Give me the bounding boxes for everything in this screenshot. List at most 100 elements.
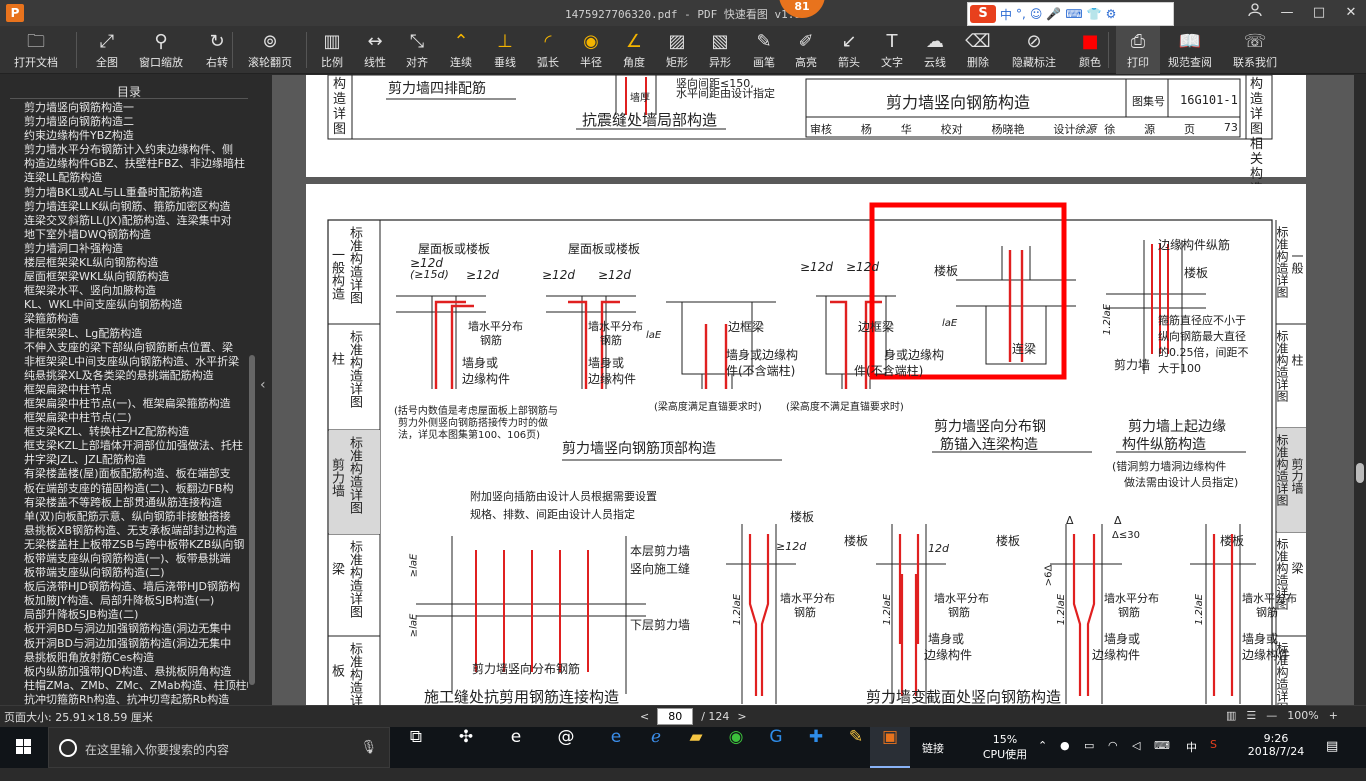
tray-link[interactable]: 链接 xyxy=(922,740,944,781)
toc-item[interactable]: 屋面框架梁WKL纵向钢筋构造 xyxy=(24,270,248,284)
toc-scrollbar[interactable] xyxy=(249,355,255,685)
toc-item[interactable]: 剪力墙连梁LLK纵向钢筋、箍筋加密区构造 xyxy=(24,200,248,214)
toc-item[interactable]: 框架扁梁中柱节点(一)、框架扁梁箍筋构造 xyxy=(24,397,248,411)
toc-item[interactable]: 井字梁JZL、JZL配筋构造 xyxy=(24,453,248,467)
toc-item[interactable]: 板带端支座纵向钢筋构造(一)、板带悬挑端 xyxy=(24,552,248,566)
ime-skin-icon[interactable]: 👕 xyxy=(1087,7,1102,21)
toc-item[interactable]: 剪力墙竖向钢筋构造一 xyxy=(24,101,248,115)
ime-settings-icon[interactable]: ⚙ xyxy=(1106,7,1117,21)
pdf-viewer-task-icon[interactable]: ▣ xyxy=(870,727,910,768)
toolbar-angle-button[interactable]: ∠ 角度 xyxy=(614,26,654,74)
toolbar-spec-button[interactable]: 📖 规范查阅 xyxy=(1162,26,1218,74)
ime-keyboard-icon[interactable]: ⌨ xyxy=(1065,7,1082,21)
sogou-tray-icon[interactable]: S xyxy=(1210,738,1217,779)
toc-item[interactable]: 悬挑板阳角放射筋Ces构造 xyxy=(24,651,248,665)
minimize-button[interactable]: — xyxy=(1272,3,1302,23)
toc-item[interactable]: 框架梁水平、竖向加腋构造 xyxy=(24,284,248,298)
toolbar-rotate-button[interactable]: ↻ 右转 xyxy=(200,26,234,74)
sidebar-collapse-button[interactable]: ‹ xyxy=(258,75,272,705)
left-section-tab[interactable]: 板标准构造详图 xyxy=(329,642,378,705)
ie-browser-icon[interactable]: e xyxy=(496,727,536,768)
toolbar-rect-button[interactable]: ▨ 矩形 xyxy=(658,26,696,74)
toolbar-text-button[interactable]: T 文字 xyxy=(874,26,910,74)
toc-item[interactable]: 连梁交叉斜筋LL(JX)配筋构造、连梁集中对 xyxy=(24,214,248,228)
prev-page-button[interactable]: < xyxy=(640,710,649,723)
toolbar-open-button[interactable]: 🗀 打开文档 xyxy=(4,26,68,74)
notification-badge[interactable]: 81 xyxy=(779,0,825,18)
wifi-icon[interactable]: ◠ xyxy=(1108,739,1118,780)
toc-item[interactable]: 框支梁KZL上部墙体开洞部位加强做法、托柱 xyxy=(24,439,248,453)
fan-app-icon[interactable]: ✣ xyxy=(446,727,486,768)
toolbar-erase-button[interactable]: ⌫ 删除 xyxy=(958,26,998,74)
toc-item[interactable]: 构造边缘构件GBZ、扶壁柱FBZ、非边缘暗柱 xyxy=(24,157,248,171)
toc-item[interactable]: 剪力墙水平分布钢筋计入约束边缘构件、侧 xyxy=(24,143,248,157)
action-center-icon[interactable]: ▤ xyxy=(1326,739,1338,780)
toc-item[interactable]: 有梁楼盖不等跨板上部贯通纵筋连接构造 xyxy=(24,496,248,510)
zoom-level[interactable]: 100% xyxy=(1287,709,1318,722)
toc-item[interactable]: 单(双)向板配筋示意、纵向钢筋非接触搭接 xyxy=(24,510,248,524)
volume-icon[interactable]: ◁ xyxy=(1132,739,1140,780)
clock[interactable]: 9:26 2018/7/24 xyxy=(1240,732,1312,773)
toc-item[interactable]: 板开洞BD与洞边加强钢筋构造(洞边无集中 xyxy=(24,622,248,636)
toc-item[interactable]: 非框架梁L、Lg配筋构造 xyxy=(24,327,248,341)
ime-chinese-mode[interactable]: 中 xyxy=(1000,6,1012,23)
toc-item[interactable]: 梁箍筋构造 xyxy=(24,312,248,326)
toc-item[interactable]: 抗冲切箍筋Rh构造、抗冲切弯起筋Rb构造 xyxy=(24,693,248,705)
right-section-tab[interactable]: 标准构造详图 剪力墙 xyxy=(1275,434,1306,530)
toc-item[interactable]: 有梁楼盖楼(屋)面板配筋构造、板在端部支 xyxy=(24,467,248,481)
task-view-icon[interactable]: ⧉ xyxy=(396,727,436,768)
toc-item[interactable]: 悬挑板XB钢筋构造、无支承板端部封边构造 xyxy=(24,524,248,538)
toc-item[interactable]: 局部升降板SJB构造(二) xyxy=(24,608,248,622)
toolbar-window-zoom-button[interactable]: ⚲ 窗口缩放 xyxy=(134,26,188,74)
internet-explorer-icon[interactable]: ℯ xyxy=(636,727,676,768)
ime-toolbar[interactable]: S 中 °, ☺ 🎤 ⌨ 👕 ⚙ xyxy=(967,2,1174,26)
toolbar-cloud-button[interactable]: ☁ 云线 xyxy=(916,26,954,74)
left-section-tab[interactable]: 一般构造 标准构造详图 xyxy=(329,226,378,322)
document-scrollbar[interactable] xyxy=(1354,75,1366,705)
taskbar-search[interactable]: 在这里输入你要搜索的内容 🎙 xyxy=(48,727,390,768)
right-section-tab[interactable]: 标准构造详图 一般 xyxy=(1275,226,1306,322)
toolbar-pen-button[interactable]: ✎ 画笔 xyxy=(746,26,782,74)
zoom-out-button[interactable]: — xyxy=(1266,709,1277,722)
toc-item[interactable]: 剪力墙洞口补强构造 xyxy=(24,242,248,256)
toolbar-print-button[interactable]: ⎙ 打印 xyxy=(1116,26,1160,74)
next-page-button[interactable]: > xyxy=(737,710,746,723)
toc-item[interactable]: 框架扁梁中柱节点 xyxy=(24,383,248,397)
toolbar-arc-button[interactable]: ◜ 弧长 xyxy=(530,26,566,74)
toc-item[interactable]: 剪力墙竖向钢筋构造二 xyxy=(24,115,248,129)
toolbar-arrow-button[interactable]: ↙ 箭头 xyxy=(830,26,868,74)
right-section-tab[interactable]: 标准构造详图柱 xyxy=(1275,330,1306,426)
start-button[interactable] xyxy=(0,727,48,768)
toc-item[interactable]: 连梁LL配筋构造 xyxy=(24,171,248,185)
close-button[interactable]: ✕ xyxy=(1336,3,1366,23)
single-page-view-icon[interactable]: ▥ xyxy=(1226,709,1236,722)
ime-voice-icon[interactable]: 🎤 xyxy=(1046,7,1061,21)
toolbar-special-button[interactable]: ▧ 异形 xyxy=(702,26,738,74)
toolbar-aligned-button[interactable]: ⤡ 对齐 xyxy=(400,26,434,74)
toc-item[interactable]: 纯悬挑梁XL及各类梁的悬挑端配筋构造 xyxy=(24,369,248,383)
toc-item[interactable]: 板在端部支座的锚固构造(二)、板翻边FB构 xyxy=(24,482,248,496)
spiral-app-icon[interactable]: @ xyxy=(546,727,586,768)
toolbar-linear-button[interactable]: ↔ 线性 xyxy=(358,26,392,74)
document-viewport[interactable]: 构造详图 剪力墙四排配筋 竖向间距≤150, 水平间距由设计指定 墙厚 抗震缝处… xyxy=(272,75,1354,705)
zoom-in-button[interactable]: + xyxy=(1329,709,1338,722)
tray-network-icon[interactable]: ▭ xyxy=(1084,739,1094,780)
toolbar-scale-button[interactable]: ▥ 比例 xyxy=(314,26,350,74)
scrollbar-thumb[interactable] xyxy=(1356,463,1364,483)
toolbar-contact-button[interactable]: ☏ 联系我们 xyxy=(1226,26,1284,74)
toc-item[interactable]: 板加腋JY构造、局部升降板SJB构造(一) xyxy=(24,594,248,608)
left-section-tab[interactable]: 梁标准构造详图 xyxy=(329,540,378,636)
toolbar-color-button[interactable]: ■ 颜色 xyxy=(1068,26,1112,74)
toc-item[interactable]: 楼层框架梁KL纵向钢筋构造 xyxy=(24,256,248,270)
ime-punctuation-icon[interactable]: °, xyxy=(1016,7,1026,21)
toc-item[interactable]: 无梁楼盖柱上板带ZSB与跨中板带KZB纵向钢 xyxy=(24,538,248,552)
tray-chevron-icon[interactable]: ⌃ xyxy=(1038,739,1047,780)
toc-item[interactable]: KL、WKL中间支座纵向钢筋构造 xyxy=(24,298,248,312)
left-section-tab[interactable]: 剪力墙 标准构造详图 xyxy=(329,436,378,532)
toc-item[interactable]: 不伸入支座的梁下部纵向钢筋断点位置、梁 xyxy=(24,341,248,355)
sogou-browser-icon[interactable]: G xyxy=(756,727,796,768)
toc-item[interactable]: 板开洞BD与洞边加强钢筋构造(洞边无集中 xyxy=(24,637,248,651)
plus-app-icon[interactable]: ✚ xyxy=(796,727,836,768)
360-browser-icon[interactable]: ◉ xyxy=(716,727,756,768)
microphone-icon[interactable]: 🎙 xyxy=(360,740,377,755)
